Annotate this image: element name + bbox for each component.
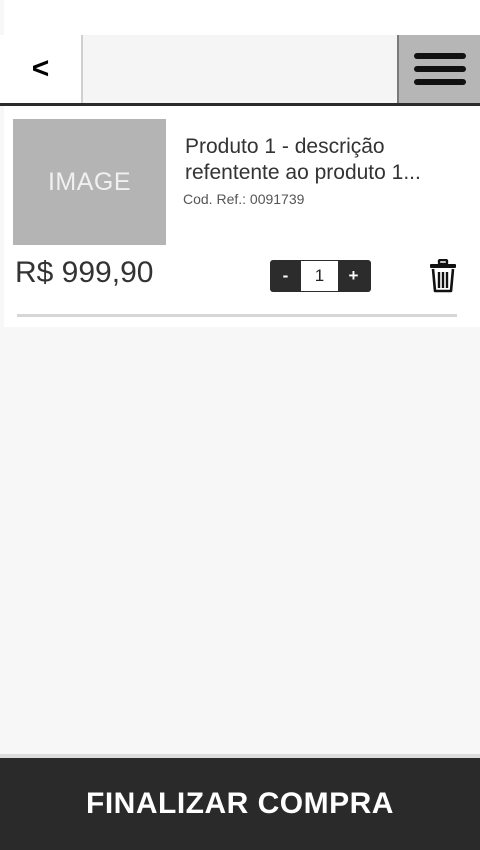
menu-button[interactable] xyxy=(397,35,480,103)
product-title[interactable]: Produto 1 - descrição refentente ao prod… xyxy=(185,134,475,186)
quantity-input[interactable] xyxy=(301,261,338,291)
status-bar-area xyxy=(4,0,480,35)
product-price: R$ 999,90 xyxy=(15,256,154,289)
checkout-label: FINALIZAR COMPRA xyxy=(86,787,394,820)
decrease-quantity-button[interactable]: - xyxy=(270,260,301,292)
cart-screen: < IMAGE Produto 1 - descrição refentente… xyxy=(0,0,480,850)
quantity-stepper: - + xyxy=(270,260,371,292)
hamburger-menu-icon xyxy=(413,53,466,59)
app-header: < xyxy=(0,35,480,106)
back-button[interactable]: < xyxy=(0,35,83,103)
back-arrow-icon: < xyxy=(31,52,50,85)
increase-quantity-button[interactable]: + xyxy=(338,260,369,292)
product-reference: Cod. Ref.: 0091739 xyxy=(183,191,305,207)
item-divider xyxy=(17,314,457,317)
product-image[interactable]: IMAGE xyxy=(13,119,166,245)
image-placeholder-label: IMAGE xyxy=(47,167,132,196)
cart-item: IMAGE Produto 1 - descrição refentente a… xyxy=(4,106,480,327)
checkout-button[interactable]: FINALIZAR COMPRA xyxy=(0,758,480,850)
trash-icon[interactable] xyxy=(428,258,458,293)
